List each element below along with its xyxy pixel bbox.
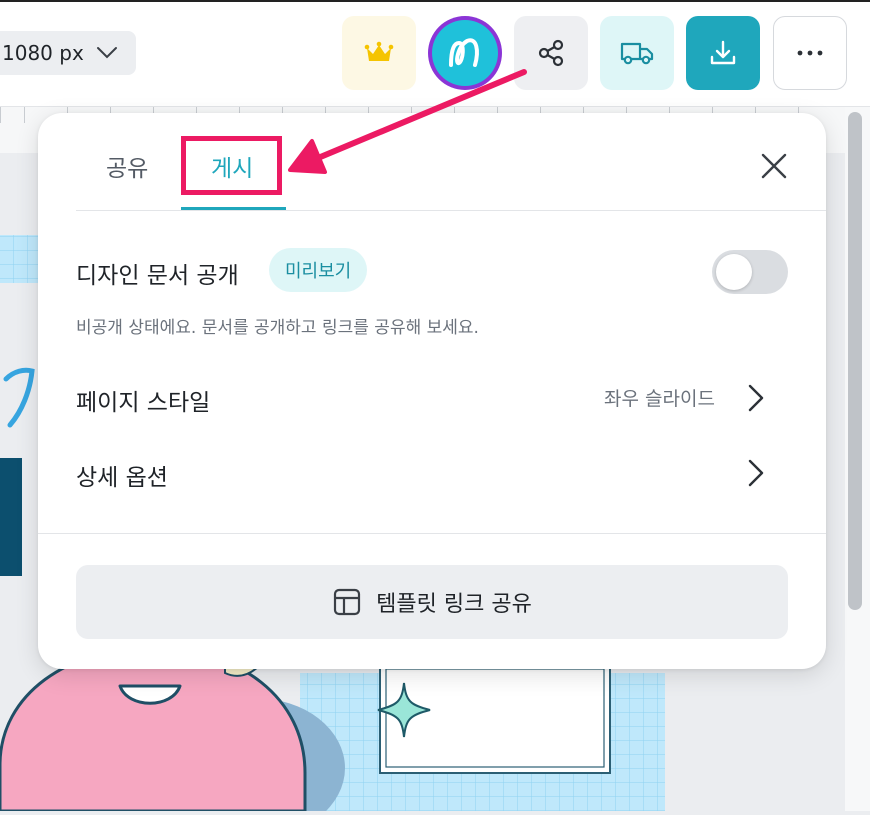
- chevron-down-icon: [96, 47, 117, 59]
- top-toolbar: 1080 px: [0, 0, 870, 107]
- download-button[interactable]: [686, 16, 760, 90]
- template-link-label: 템플릿 링크 공유: [376, 592, 532, 617]
- page-style-value[interactable]: 좌우 슬라이드: [604, 384, 715, 411]
- canvas-size-label: 1080 px: [2, 41, 84, 65]
- page-style-label[interactable]: 페이지 스타일: [76, 383, 210, 417]
- privacy-description: 비공개 상태에요. 문서를 공개하고 링크를 공유해 보세요.: [76, 318, 479, 338]
- print-delivery-button[interactable]: [600, 16, 674, 90]
- premium-button[interactable]: [342, 16, 416, 90]
- toggle-knob: [716, 254, 752, 290]
- share-publish-panel: 공유 게시 디자인 문서 공개 미리보기 비공개 상태에요. 문서를 공개하고 …: [38, 113, 826, 669]
- public-design-label: 디자인 문서 공개: [76, 263, 239, 289]
- detail-options-label[interactable]: 상세 옵션: [76, 458, 168, 492]
- avatar-icon: [432, 20, 498, 86]
- close-icon[interactable]: [756, 148, 792, 184]
- download-icon: [710, 40, 736, 65]
- public-toggle[interactable]: [712, 250, 788, 294]
- share-button[interactable]: [514, 16, 588, 90]
- chevron-right-icon[interactable]: [746, 458, 766, 488]
- panel-divider: [38, 533, 826, 534]
- chevron-right-icon[interactable]: [746, 383, 766, 413]
- user-avatar[interactable]: [428, 16, 502, 90]
- vertical-scrollbar[interactable]: [848, 112, 862, 610]
- window-edge: [0, 0, 870, 2]
- preview-button[interactable]: 미리보기: [269, 248, 368, 292]
- share-icon: [538, 39, 564, 67]
- tab-share[interactable]: 공유: [106, 149, 148, 183]
- delivery-truck-icon: [620, 42, 654, 65]
- annotation-highlight-box: [181, 136, 282, 195]
- avatar-monogram: [449, 38, 479, 67]
- tabs-divider: [76, 210, 826, 211]
- canvas-size-dropdown[interactable]: 1080 px: [0, 31, 136, 75]
- more-icon: [797, 50, 823, 56]
- crown-icon: [364, 41, 394, 61]
- share-template-link-button[interactable]: 템플릿 링크 공유: [76, 565, 788, 639]
- more-options-button[interactable]: [773, 16, 847, 90]
- template-layout-icon: [334, 588, 361, 616]
